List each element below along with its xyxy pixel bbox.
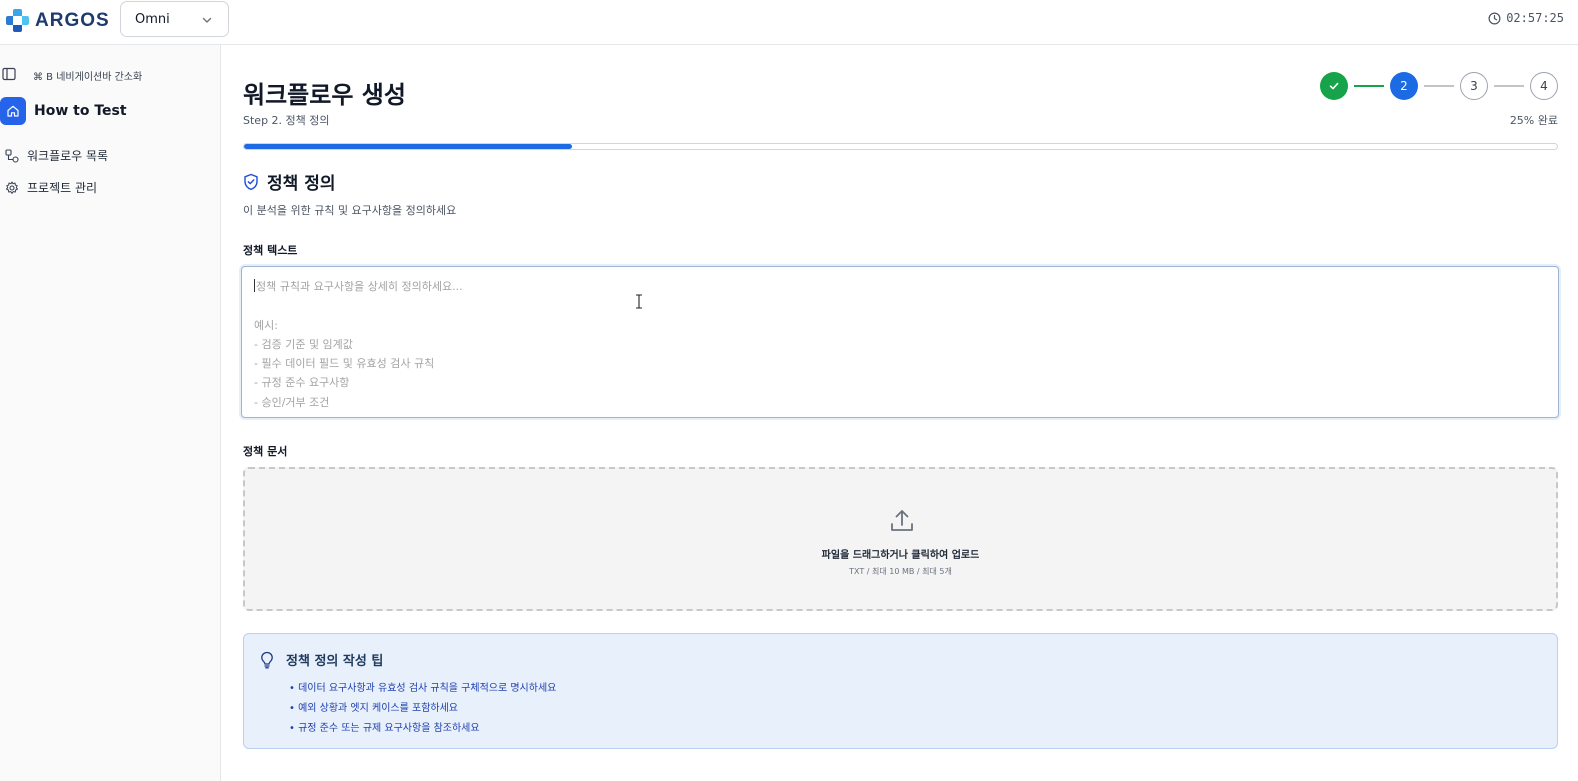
argos-logo-mark-icon xyxy=(6,9,29,32)
sidebar-item-home[interactable]: How to Test xyxy=(0,97,127,125)
policy-text-input[interactable]: 정책 규칙과 요구사항을 상세히 정의하세요... 예시: - 검증 기준 및 … xyxy=(241,266,1559,418)
tip-item: 데이터 요구사항과 유효성 검사 규칙을 구체적으로 명시하세요 xyxy=(289,679,556,699)
step-3: 3 xyxy=(1460,72,1488,100)
step-connector xyxy=(1494,85,1524,87)
page-title: 워크플로우 생성 xyxy=(243,81,406,109)
project-select-value: Omni xyxy=(135,11,170,27)
gear-icon xyxy=(6,181,18,194)
sidebar-shortcut-hint: ⌘ B 네비게이션바 간소화 xyxy=(33,72,143,83)
sidebar-item-label: 워크플로우 목록 xyxy=(27,149,109,163)
step-4: 4 xyxy=(1530,72,1558,100)
sidebar: ⌘ B 네비게이션바 간소화 How to Test 워크플로우 목록 프로젝트… xyxy=(0,45,221,781)
step-connector xyxy=(1424,85,1454,87)
tips-title: 정책 정의 작성 팁 xyxy=(286,654,384,669)
top-bar: ARGOS Omni 02:57:25 xyxy=(0,0,1578,45)
progress-bar xyxy=(243,143,1558,150)
step-2-active: 2 xyxy=(1390,72,1418,100)
brand-name: ARGOS xyxy=(35,9,110,31)
shield-check-icon xyxy=(244,173,258,190)
check-icon xyxy=(1329,82,1339,90)
text-caret xyxy=(254,279,255,292)
sidebar-item-projects[interactable]: 프로젝트 관리 xyxy=(5,179,97,196)
policy-docs-label: 정책 문서 xyxy=(243,445,288,458)
step-connector xyxy=(1354,85,1384,87)
progress-bar-fill xyxy=(244,144,573,149)
project-select[interactable]: Omni xyxy=(120,1,229,37)
tip-item: 규정 준수 또는 규제 요구사항을 참조하세요 xyxy=(289,719,556,739)
sidebar-item-label: 프로젝트 관리 xyxy=(27,181,98,195)
section-title: 정책 정의 xyxy=(267,174,336,194)
tips-panel: 정책 정의 작성 팁 데이터 요구사항과 유효성 검사 규칙을 구체적으로 명시… xyxy=(243,633,1558,749)
sidebar-item-workflows[interactable]: 워크플로우 목록 xyxy=(5,147,108,164)
dropzone-title: 파일을 드래그하거나 클릭하여 업로드 xyxy=(821,550,980,561)
dropzone-hint: TXT / 최대 10 MB / 최대 5개 xyxy=(849,567,952,576)
argos-logo[interactable]: ARGOS xyxy=(6,9,110,32)
stepper: 2 3 4 xyxy=(1320,72,1558,100)
workflow-icon xyxy=(5,148,19,163)
policy-text-placeholder: 정책 규칙과 요구사항을 상세히 정의하세요... 예시: - 검증 기준 및 … xyxy=(254,280,463,409)
progress-text: 25% 완료 xyxy=(1509,114,1558,127)
lightbulb-icon xyxy=(261,651,273,668)
tip-item: 예외 상황과 엣지 케이스를 포함하세요 xyxy=(289,699,556,719)
policy-text-label: 정책 텍스트 xyxy=(243,244,298,257)
step-label: Step 2. 정책 정의 xyxy=(243,114,330,127)
upload-icon xyxy=(891,510,913,531)
clock-icon xyxy=(1488,12,1501,24)
sidebar-toggle-icon[interactable] xyxy=(2,67,16,81)
sidebar-home-label: How to Test xyxy=(34,103,127,119)
section-subtitle: 이 분석을 위한 규칙 및 요구사항을 정의하세요 xyxy=(243,204,457,217)
section-header: 정책 정의 xyxy=(243,169,335,194)
step-1-done xyxy=(1320,72,1348,100)
text-cursor-icon xyxy=(636,294,642,309)
chevron-down-icon xyxy=(202,17,212,23)
tips-header: 정책 정의 작성 팁 xyxy=(260,650,383,669)
clock-time: 02:57:25 xyxy=(1506,11,1564,25)
file-upload-dropzone[interactable]: 파일을 드래그하거나 클릭하여 업로드 TXT / 최대 10 MB / 최대 … xyxy=(243,467,1558,611)
tips-list: 데이터 요구사항과 유효성 검사 규칙을 구체적으로 명시하세요 예외 상황과 … xyxy=(289,679,556,739)
home-icon xyxy=(0,97,26,125)
session-clock: 02:57:25 xyxy=(1488,11,1564,25)
